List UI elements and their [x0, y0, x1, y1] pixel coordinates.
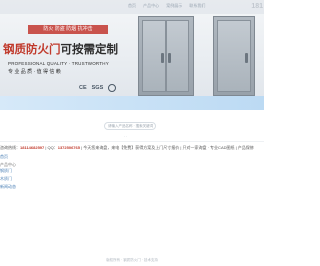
- cert-seal-icon: [108, 84, 117, 92]
- contact-prefix: 咨询热线：: [0, 145, 20, 150]
- single-door-image: [213, 16, 255, 96]
- top-nav: 首页 产品中心 案例展示 联系我们: [128, 3, 211, 9]
- sgs-logo: SGS: [91, 85, 104, 91]
- top-nav-bar: 首页 产品中心 案例展示 联系我们 181: [0, 0, 264, 14]
- headline-dark-part: 可按需定制: [60, 44, 119, 56]
- corner-phone-fragment: 181: [251, 3, 263, 10]
- pager-dots: · ·: [124, 135, 128, 139]
- category-steel-door[interactable]: 钢质门: [0, 167, 16, 175]
- nav-item-contact[interactable]: 联系我们: [189, 3, 205, 8]
- door-handle-icon: [161, 53, 164, 63]
- headline-red-part: 钢质防火门: [3, 44, 61, 56]
- phone-number[interactable]: 18114682597: [20, 145, 44, 150]
- qq-number[interactable]: 1372506765: [58, 145, 80, 150]
- category-wood-door[interactable]: 木质门: [0, 175, 16, 183]
- tagline-badge: 防火 防盗 防烟 抗冲击: [28, 25, 108, 34]
- chinese-slogan: 专 业 品 质 · 值 得 信 赖: [8, 69, 61, 75]
- divider: [0, 141, 264, 142]
- footer-text: 版权所有 · 钢质防火门 · 技术支持: [106, 258, 158, 262]
- category-news[interactable]: 新闻动态: [0, 183, 16, 191]
- door-handle-icon: [168, 53, 171, 63]
- nav-item-products[interactable]: 产品中心: [143, 3, 159, 8]
- door-handle-icon: [245, 53, 248, 63]
- contact-rest: | 今天您来询盘，来电【免费】获得方案及上门尺寸报价 | 只对一家询盘 · 专业…: [79, 145, 254, 150]
- english-slogan: PROFESSIONAL QUALITY · TRUSTWORTHY: [8, 61, 109, 66]
- banner-bottom-strip: [0, 96, 264, 110]
- search-input[interactable]: 请输入产品名称 · 搜索关键词: [104, 122, 156, 130]
- nav-item-home[interactable]: 首页: [128, 3, 136, 8]
- qq-label: | QQ：: [44, 145, 58, 150]
- certification-logos: CE SGS: [79, 84, 117, 92]
- banner-headline: 钢质防火门可按需定制: [3, 41, 118, 57]
- search-row: 请输入产品名称 · 搜索关键词: [0, 119, 264, 133]
- double-door-image: [138, 16, 194, 96]
- ce-logo: CE: [79, 85, 87, 91]
- nav-item-cases[interactable]: 案例展示: [166, 3, 182, 8]
- left-link-home[interactable]: 首页: [0, 153, 16, 161]
- contact-info-line: 咨询热线：18114682597 | QQ：1372506765 | 今天您来询…: [0, 145, 254, 151]
- hero-banner: 首页 产品中心 案例展示 联系我们 181 防火 防盗 防烟 抗冲击 钢质防火门…: [0, 0, 264, 108]
- side-category-list: 钢质门 木质门 新闻动态: [0, 167, 16, 191]
